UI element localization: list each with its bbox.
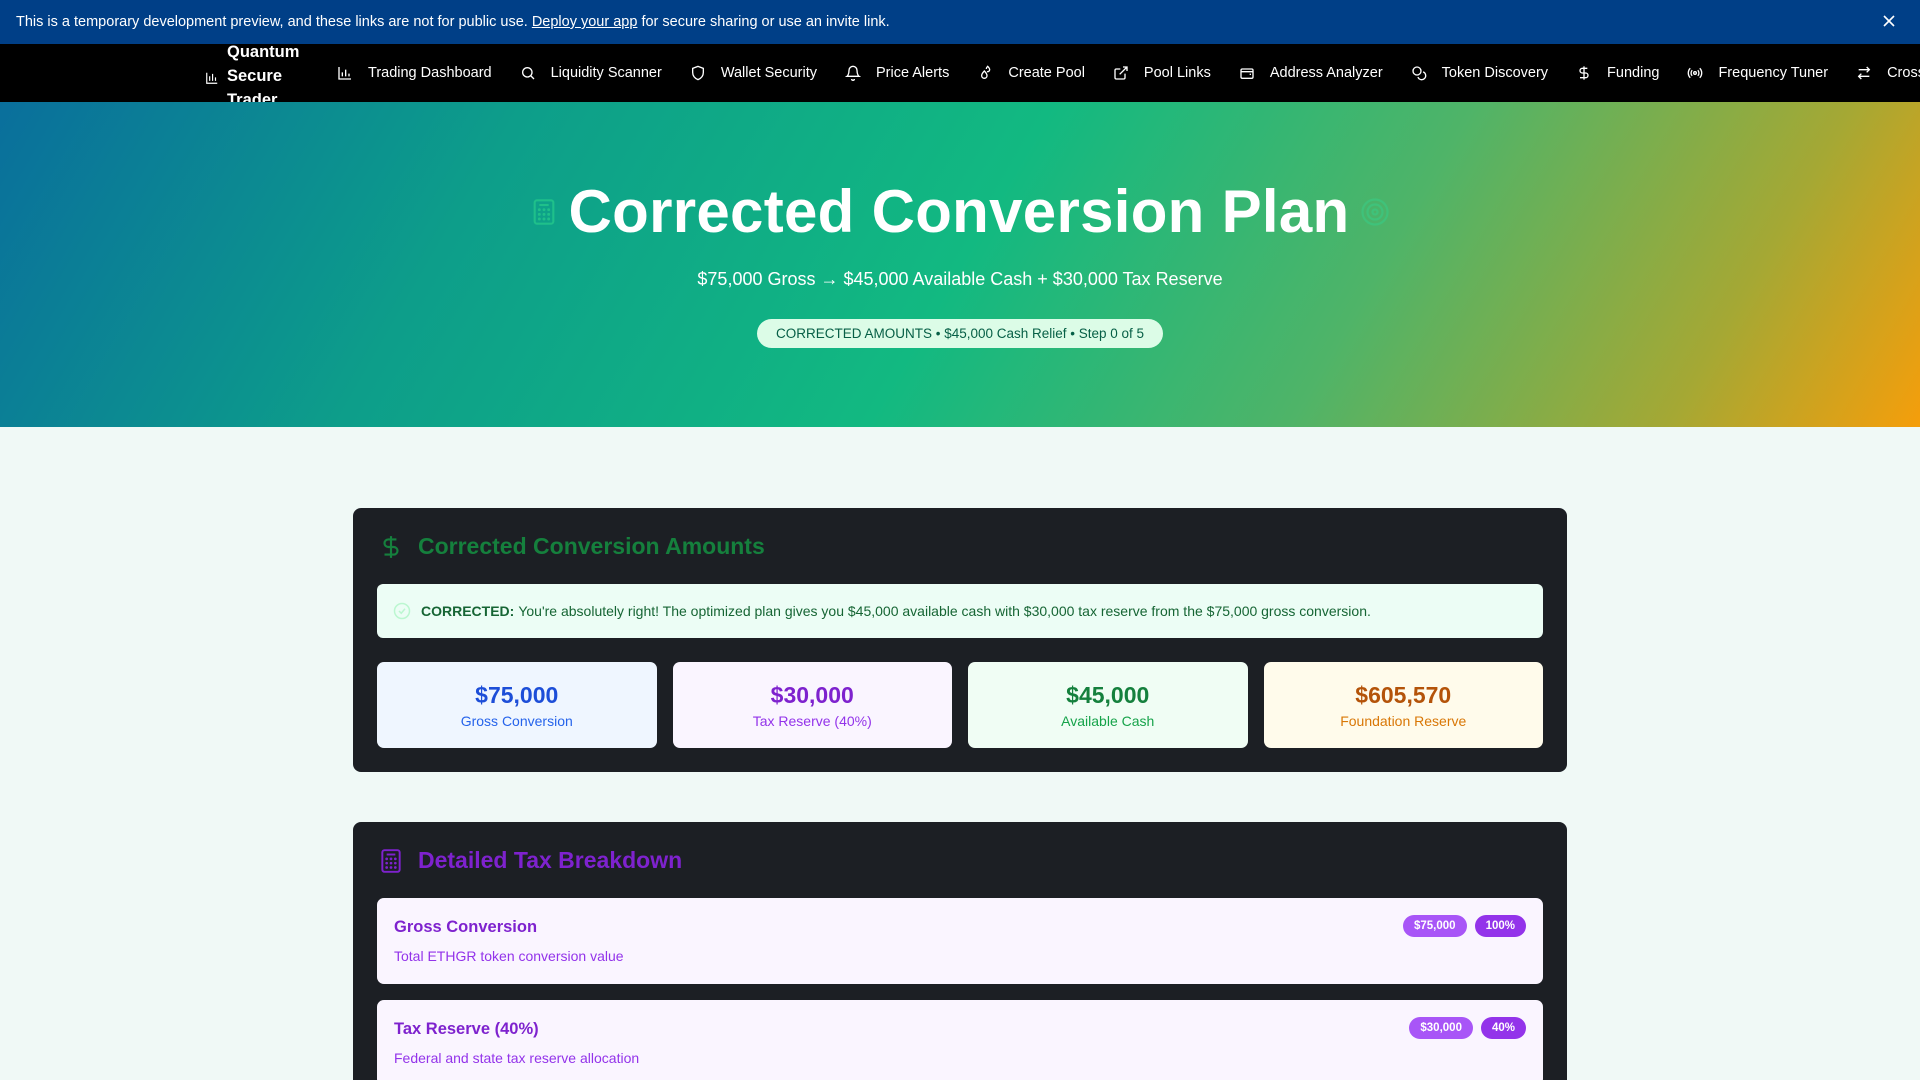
nav-item-frequency-tuner[interactable]: Frequency Tuner	[1687, 65, 1828, 81]
row-desc: Total ETHGR token conversion value	[394, 948, 624, 964]
card-heading: Corrected Conversion Amounts	[378, 533, 765, 560]
nav-item-funding[interactable]: Funding	[1576, 65, 1659, 81]
stat-label: Available Cash	[1061, 712, 1155, 729]
nav-label: Trading Dashboard	[368, 65, 492, 81]
row-title: Tax Reserve (40%)	[394, 1020, 539, 1038]
percent-badge: 100%	[1474, 915, 1526, 937]
brand[interactable]: Quantum Secure Trader	[205, 44, 307, 102]
coins-icon	[1412, 66, 1427, 81]
external-link-icon	[1114, 66, 1128, 80]
droplets-icon	[981, 65, 991, 79]
arrows-icon	[1857, 66, 1871, 80]
nav-label: Create Pool	[1008, 65, 1085, 81]
bar-chart-icon	[338, 67, 351, 80]
nav-label: Funding	[1607, 65, 1660, 81]
shield-icon	[691, 65, 704, 81]
amount-badge: $75,000	[1403, 915, 1467, 937]
stat-value: $30,000	[770, 681, 854, 708]
stat-label: Tax Reserve (40%)	[752, 712, 872, 729]
nav-item-pool-links[interactable]: Pool Links	[1113, 65, 1211, 81]
dollar-icon	[1579, 66, 1589, 80]
row-desc: Federal and state tax reserve allocation	[394, 1050, 640, 1066]
nav-label: Pool Links	[1143, 65, 1211, 81]
nav-label: Frequency Tuner	[1718, 65, 1829, 81]
stat-label: Gross Conversion	[460, 712, 573, 729]
calculator-icon	[534, 198, 555, 225]
corrected-alert: CORRECTED: You're absolutely right! The …	[377, 584, 1543, 638]
stats-row: $75,000 Gross Conversion $30,000 Tax Res…	[377, 662, 1543, 748]
hero-title-row: Corrected Conversion Plan	[0, 177, 1920, 246]
stat-value: $45,000	[1066, 681, 1150, 708]
hero: Corrected Conversion Plan $75,000 Gross …	[0, 102, 1920, 427]
check-circle-icon	[393, 602, 411, 620]
radio-icon	[1688, 67, 1703, 79]
stat-foundation-reserve: $605,570 Foundation Reserve	[1263, 662, 1543, 748]
stat-gross-conversion: $75,000 Gross Conversion	[377, 662, 657, 748]
amount-badge: $30,000	[1409, 1017, 1473, 1039]
bar-chart-icon	[206, 72, 218, 84]
close-icon[interactable]	[1878, 10, 1900, 32]
calculator-icon	[381, 848, 401, 873]
nav-label: Address Analyzer	[1269, 65, 1383, 81]
nav-item-address-analyzer[interactable]: Address Analyzer	[1239, 65, 1383, 81]
target-icon	[1360, 197, 1389, 226]
page-title: Corrected Conversion Plan	[568, 178, 1350, 245]
alert-label: CORRECTED:	[421, 603, 515, 619]
banner-text: This is a temporary development preview,…	[16, 14, 528, 30]
nav-item-wallet-security[interactable]: Wallet Security	[690, 65, 817, 81]
nav-item-cross-chain[interactable]: Cross-Ch	[1856, 65, 1920, 81]
deploy-link[interactable]: Deploy your app	[532, 14, 638, 30]
stat-value: $75,000	[475, 681, 559, 708]
nav-item-token-discovery[interactable]: Token Discovery	[1411, 65, 1548, 81]
nav-label: Token Discovery	[1441, 65, 1549, 81]
card-heading-text: Corrected Conversion Amounts	[418, 533, 765, 559]
nav-item-create-pool[interactable]: Create Pool	[977, 65, 1085, 81]
tax-row-tax-reserve: Tax Reserve (40%) Federal and state tax …	[377, 1000, 1543, 1080]
nav-label: Price Alerts	[876, 65, 950, 81]
dollar-icon	[383, 535, 399, 558]
nav-item-price-alerts[interactable]: Price Alerts	[845, 65, 949, 81]
status-pill: CORRECTED AMOUNTS • $45,000 Cash Relief …	[757, 319, 1163, 348]
hero-subtitle: $75,000 Gross → $45,000 Available Cash +…	[697, 269, 1223, 289]
stat-tax-reserve: $30,000 Tax Reserve (40%)	[672, 662, 952, 748]
alert-text: You're absolutely right! The optimized p…	[518, 603, 1371, 619]
percent-badge: 40%	[1480, 1017, 1526, 1039]
nav-item-liquidity-scanner[interactable]: Liquidity Scanner	[520, 65, 662, 81]
stat-available-cash: $45,000 Available Cash	[968, 662, 1248, 748]
nav-label: Cross-Ch	[1887, 65, 1920, 81]
stat-value: $605,570	[1355, 681, 1452, 708]
card-heading: Detailed Tax Breakdown	[378, 847, 682, 874]
stat-label: Foundation Reserve	[1340, 712, 1467, 729]
search-icon	[521, 67, 535, 80]
card-heading-text: Detailed Tax Breakdown	[418, 847, 683, 873]
row-badges: $30,000 40%	[1409, 1017, 1526, 1039]
row-badges: $75,000 100%	[1403, 915, 1526, 937]
bell-icon	[845, 65, 861, 81]
brand-name: Quantum Secure Trader	[227, 44, 300, 102]
preview-banner: This is a temporary development preview,…	[0, 0, 1920, 44]
nav-label: Wallet Security	[720, 65, 817, 81]
row-title: Gross Conversion	[394, 918, 538, 936]
tax-breakdown-card: Detailed Tax Breakdown Gross Conversion …	[353, 822, 1567, 1080]
tax-row-gross-conversion: Gross Conversion Total ETHGR token conve…	[377, 898, 1543, 984]
top-nav: Quantum Secure Trader Trading Dashboard …	[0, 44, 1920, 102]
conversion-amounts-card: Corrected Conversion Amounts CORRECTED: …	[353, 508, 1567, 772]
nav-item-trading-dashboard[interactable]: Trading Dashboard	[337, 65, 492, 81]
nav-label: Liquidity Scanner	[550, 65, 662, 81]
wallet-icon	[1240, 68, 1254, 79]
banner-text-after: for secure sharing or use an invite link…	[641, 14, 890, 30]
nav-items: Trading Dashboard Liquidity Scanner Wall…	[337, 44, 1920, 102]
